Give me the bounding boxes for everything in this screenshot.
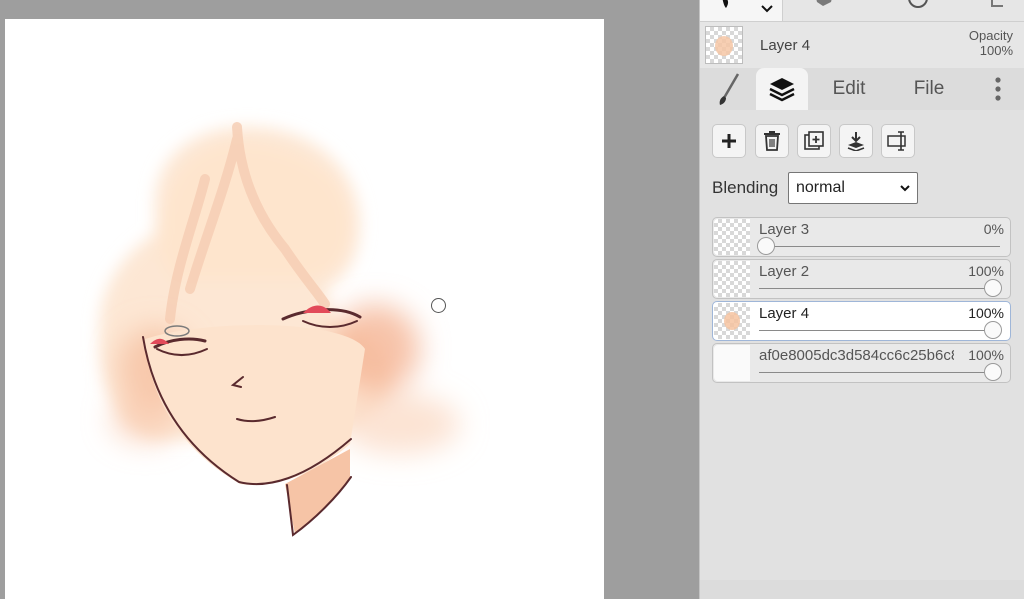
layer-row[interactable]: af0e8005dc3d584cc6c25b6c8 100% xyxy=(712,343,1011,383)
delete-layer-icon xyxy=(764,131,780,151)
layer-opacity-track xyxy=(759,372,1000,373)
delete-layer-button[interactable] xyxy=(755,124,789,158)
layer-opacity: 100% xyxy=(968,347,1004,363)
layer-opacity: 100% xyxy=(968,305,1004,321)
layer-thumbnail xyxy=(714,345,750,381)
chevron-down-icon xyxy=(900,185,910,192)
circle-cursor-icon xyxy=(431,298,446,313)
layer-opacity-track xyxy=(759,246,1000,247)
brush-icon xyxy=(719,73,740,105)
shape-icon[interactable] xyxy=(813,0,835,8)
tab-edit[interactable]: Edit xyxy=(818,68,880,110)
add-layer-icon xyxy=(722,134,736,148)
layers-icon xyxy=(769,78,795,102)
layer-row[interactable]: Layer 2 100% xyxy=(712,259,1011,299)
chevron-down-icon xyxy=(761,5,773,13)
corner-icon[interactable] xyxy=(989,0,1005,10)
layer-opacity: 0% xyxy=(983,221,1004,237)
layer-opacity-slider[interactable] xyxy=(984,321,1002,339)
layer-opacity-slider[interactable] xyxy=(984,279,1002,297)
tab-file[interactable]: File xyxy=(898,68,960,110)
tab-brush[interactable] xyxy=(704,68,754,110)
current-layer-thumbnail[interactable] xyxy=(705,26,743,64)
opacity-value: 100% xyxy=(979,43,1013,58)
blending-value: normal xyxy=(796,179,845,196)
brush-tip-icon xyxy=(722,0,729,8)
merge-down-button[interactable] xyxy=(839,124,873,158)
blending-label: Blending xyxy=(712,178,779,197)
duplicate-layer-icon xyxy=(804,131,824,150)
add-layer-button[interactable] xyxy=(712,124,746,158)
opacity-readout[interactable]: Opacity 100% xyxy=(969,28,1013,58)
layer-name: Layer 2 xyxy=(759,263,810,280)
panel-tabs: Edit File xyxy=(700,68,1024,110)
layer-row-selected[interactable]: Layer 4 100% xyxy=(712,301,1011,341)
blending-select[interactable]: normal xyxy=(788,172,918,204)
layer-opacity: 100% xyxy=(968,263,1004,279)
rename-layer-icon xyxy=(887,131,906,151)
side-panel: Layer 4 Opacity 100% Edit File Blending … xyxy=(699,0,1024,599)
tab-layers[interactable] xyxy=(756,68,808,110)
layer-name: Layer 4 xyxy=(759,305,810,322)
merge-down-icon xyxy=(847,132,865,151)
layer-thumbnail xyxy=(714,303,750,339)
layer-row[interactable]: Layer 3 0% xyxy=(712,217,1011,257)
current-layer-info: Layer 4 Opacity 100% xyxy=(700,22,1024,68)
rename-layer-button[interactable] xyxy=(881,124,915,158)
top-toolbar-strip xyxy=(700,0,1024,22)
layer-opacity-track xyxy=(759,330,1000,331)
more-menu-button[interactable] xyxy=(984,68,1012,110)
more-vertical-icon xyxy=(995,77,1001,101)
layer-opacity-slider[interactable] xyxy=(757,237,775,255)
workspace xyxy=(0,0,699,599)
duplicate-layer-button[interactable] xyxy=(797,124,831,158)
drawing-canvas[interactable] xyxy=(5,19,604,599)
artwork xyxy=(99,122,460,537)
layer-thumbnail xyxy=(714,261,750,297)
current-layer-name: Layer 4 xyxy=(760,37,811,54)
layer-opacity-slider[interactable] xyxy=(984,363,1002,381)
layers-panel: Blending normal Layer 3 0% Layer 2 100% xyxy=(700,110,1024,580)
minus-circle-icon[interactable] xyxy=(906,0,930,10)
opacity-label: Opacity xyxy=(968,28,1013,43)
brush-type-select[interactable] xyxy=(700,0,783,21)
layer-opacity-track xyxy=(759,288,1000,289)
layer-name: Layer 3 xyxy=(759,221,810,238)
layer-name: af0e8005dc3d584cc6c25b6c8 xyxy=(759,347,954,364)
layer-thumbnail xyxy=(714,219,750,255)
